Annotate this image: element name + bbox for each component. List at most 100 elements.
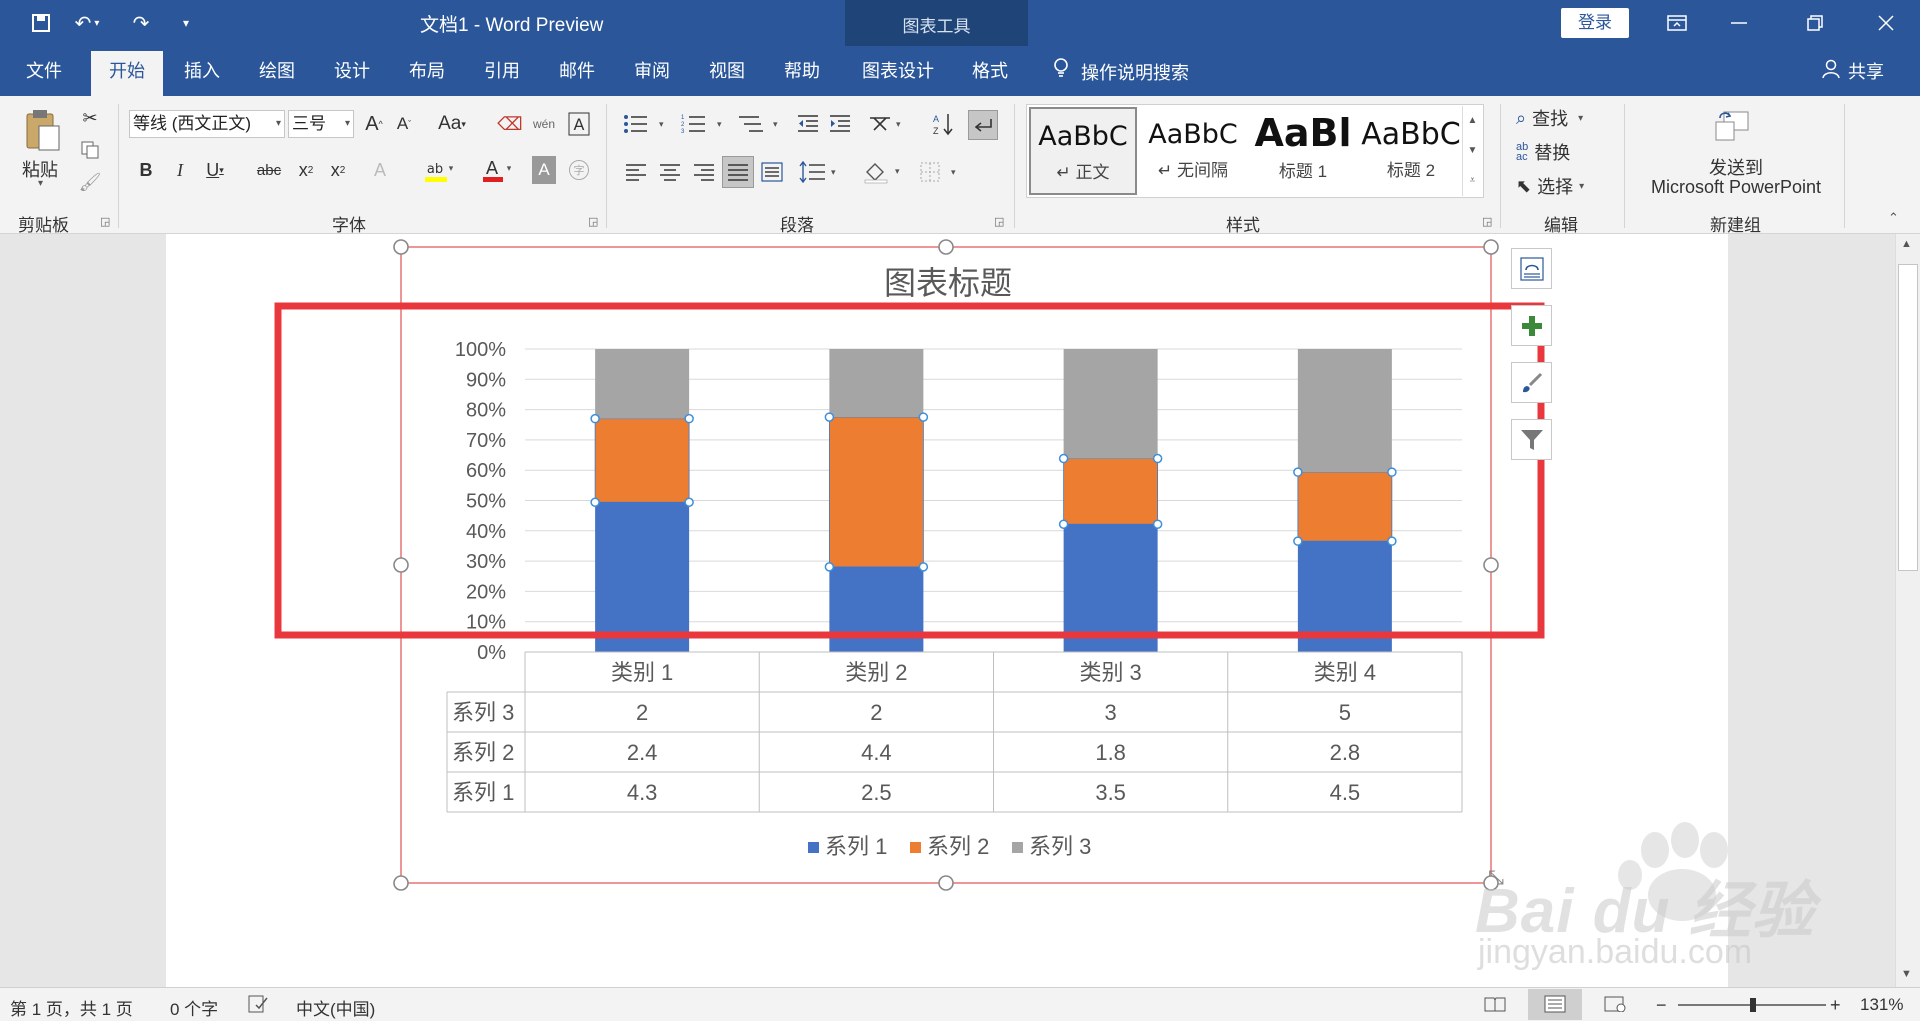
bold-icon[interactable]: B	[134, 156, 158, 184]
tab-view[interactable]: 视图	[709, 58, 745, 84]
align-center-icon[interactable]	[656, 158, 684, 186]
gallery-up-icon[interactable]: ▲	[1462, 106, 1482, 136]
show-formatting-marks-icon[interactable]	[968, 110, 998, 140]
selected-point-handle[interactable]	[824, 412, 835, 422]
align-left-icon[interactable]	[622, 158, 650, 186]
minimize-icon[interactable]	[1708, 0, 1770, 46]
bar-segment[interactable]	[1063, 458, 1159, 525]
align-right-icon[interactable]	[690, 158, 718, 186]
language[interactable]: 中文(中国)	[296, 995, 375, 1020]
tab-mailings[interactable]: 邮件	[559, 58, 595, 84]
selected-point-handle[interactable]	[590, 497, 600, 507]
strikethrough-icon[interactable]: abc	[254, 156, 284, 184]
selected-point-handle[interactable]	[1058, 453, 1069, 464]
legend-entry[interactable]: 系列 2	[927, 834, 989, 859]
italic-icon[interactable]: I	[168, 156, 192, 184]
bar-segment[interactable]	[829, 349, 924, 418]
scroll-up-icon[interactable]: ▲	[1901, 238, 1912, 250]
superscript-icon[interactable]: x2	[326, 156, 350, 184]
bar-segment[interactable]	[1063, 349, 1158, 459]
selected-point-handle[interactable]	[918, 562, 929, 572]
highlight-color-icon[interactable]: ab ▾	[418, 156, 458, 184]
subscript-icon[interactable]: x2	[294, 156, 318, 184]
cut-icon[interactable]: ✂	[78, 106, 102, 130]
paste-icon[interactable]	[18, 106, 68, 156]
increase-indent-icon[interactable]	[826, 110, 854, 138]
web-layout-icon[interactable]	[1604, 996, 1626, 1017]
style-no-spacing[interactable]: AaBbC ↵ 无间隔	[1139, 107, 1247, 195]
gallery-more-icon[interactable]: ⩡	[1462, 166, 1482, 196]
vertical-scrollbar[interactable]: ▲ ▼	[1895, 234, 1920, 987]
phonetic-guide-icon[interactable]: wén	[532, 110, 556, 138]
chart-styles-brush-icon[interactable]	[1511, 362, 1552, 403]
zoom-level[interactable]: 131%	[1860, 995, 1903, 1015]
clear-format-icon[interactable]: ⌫	[497, 110, 522, 138]
font-name-combo[interactable]: 等线 (西文正文) ▾	[129, 110, 285, 138]
bar-segment[interactable]	[828, 416, 924, 568]
bar-segment[interactable]	[1297, 349, 1392, 473]
font-size-combo[interactable]: 三号 ▾	[288, 110, 354, 138]
scrollbar-thumb[interactable]	[1898, 264, 1918, 571]
tab-format[interactable]: 格式	[972, 58, 1008, 84]
style-normal[interactable]: AaBbC ↵ 正文	[1029, 107, 1137, 195]
clipboard-launcher-icon[interactable]: ◲	[100, 215, 110, 228]
read-mode-icon[interactable]	[1484, 996, 1506, 1017]
save-icon[interactable]	[26, 8, 56, 38]
selected-point-handle[interactable]	[1387, 467, 1397, 477]
zoom-in-icon[interactable]: +	[1830, 995, 1841, 1016]
tell-me-search[interactable]: 操作说明搜索	[1053, 58, 1189, 85]
tab-insert[interactable]: 插入	[184, 58, 220, 84]
tab-review[interactable]: 审阅	[634, 58, 670, 84]
tab-layout[interactable]: 布局	[409, 58, 445, 84]
selected-point-handle[interactable]	[1387, 536, 1397, 546]
resize-handle[interactable]	[393, 875, 409, 891]
shrink-font-icon[interactable]: Aˇ	[392, 110, 416, 138]
enclose-characters-icon[interactable]: 字	[566, 156, 592, 184]
proofing-icon[interactable]	[248, 995, 268, 1018]
select-button[interactable]: ⬉ 选择 ▾	[1516, 172, 1584, 200]
selected-point-handle[interactable]	[918, 412, 929, 422]
collapse-ribbon-icon[interactable]: ⌃	[1888, 210, 1899, 226]
tab-home[interactable]: 开始	[91, 51, 163, 96]
tab-file[interactable]: 文件	[26, 58, 62, 84]
sort-icon[interactable]: AZ	[930, 110, 958, 138]
scroll-down-icon[interactable]: ▼	[1901, 968, 1912, 980]
selected-point-handle[interactable]	[1152, 453, 1163, 464]
resize-handle[interactable]	[393, 239, 409, 255]
distributed-icon[interactable]	[758, 158, 786, 186]
underline-icon[interactable]: U ▾	[200, 156, 230, 184]
ribbon-display-icon[interactable]	[1646, 0, 1708, 46]
selected-point-handle[interactable]	[1058, 519, 1069, 529]
legend-entry[interactable]: 系列 1	[825, 834, 887, 859]
justify-icon[interactable]	[722, 156, 754, 188]
chart-legend[interactable]: 系列 1 系列 2 系列 3	[808, 834, 1091, 859]
tab-references[interactable]: 引用	[484, 58, 520, 84]
selected-point-handle[interactable]	[1293, 467, 1303, 477]
decrease-indent-icon[interactable]	[794, 110, 822, 138]
style-heading-1[interactable]: AaBl 标题 1	[1249, 107, 1357, 195]
print-layout-icon[interactable]	[1528, 989, 1582, 1020]
replace-button[interactable]: ab ac 替换	[1516, 138, 1570, 166]
share-button[interactable]: 共享	[1822, 58, 1884, 84]
bar-segment[interactable]	[829, 566, 924, 652]
login-button[interactable]: 登录	[1561, 8, 1629, 38]
selected-point-handle[interactable]	[684, 413, 694, 424]
tab-design[interactable]: 设计	[334, 58, 370, 84]
text-effects-icon[interactable]: A	[368, 156, 392, 184]
paragraph-launcher-icon[interactable]: ◲	[994, 215, 1004, 228]
selected-point-handle[interactable]	[590, 413, 600, 424]
chart-elements-plus-icon[interactable]	[1511, 305, 1552, 346]
bar-segment[interactable]	[594, 418, 690, 503]
bar-segment[interactable]	[595, 349, 690, 419]
selected-point-handle[interactable]	[684, 497, 694, 507]
resize-handle[interactable]	[1483, 557, 1499, 573]
bullets-icon[interactable]: ▾	[620, 110, 668, 138]
format-painter-icon[interactable]: 🖌	[78, 170, 102, 194]
font-launcher-icon[interactable]: ◲	[588, 215, 598, 228]
line-spacing-icon[interactable]: ▾	[796, 158, 842, 186]
zoom-out-icon[interactable]: −	[1656, 995, 1667, 1016]
bar-segment[interactable]	[1297, 471, 1393, 542]
multilevel-list-icon[interactable]: ▾	[734, 110, 782, 138]
grow-font-icon[interactable]: A ^	[362, 110, 386, 138]
customize-qat-icon[interactable]: ▾	[176, 8, 196, 38]
